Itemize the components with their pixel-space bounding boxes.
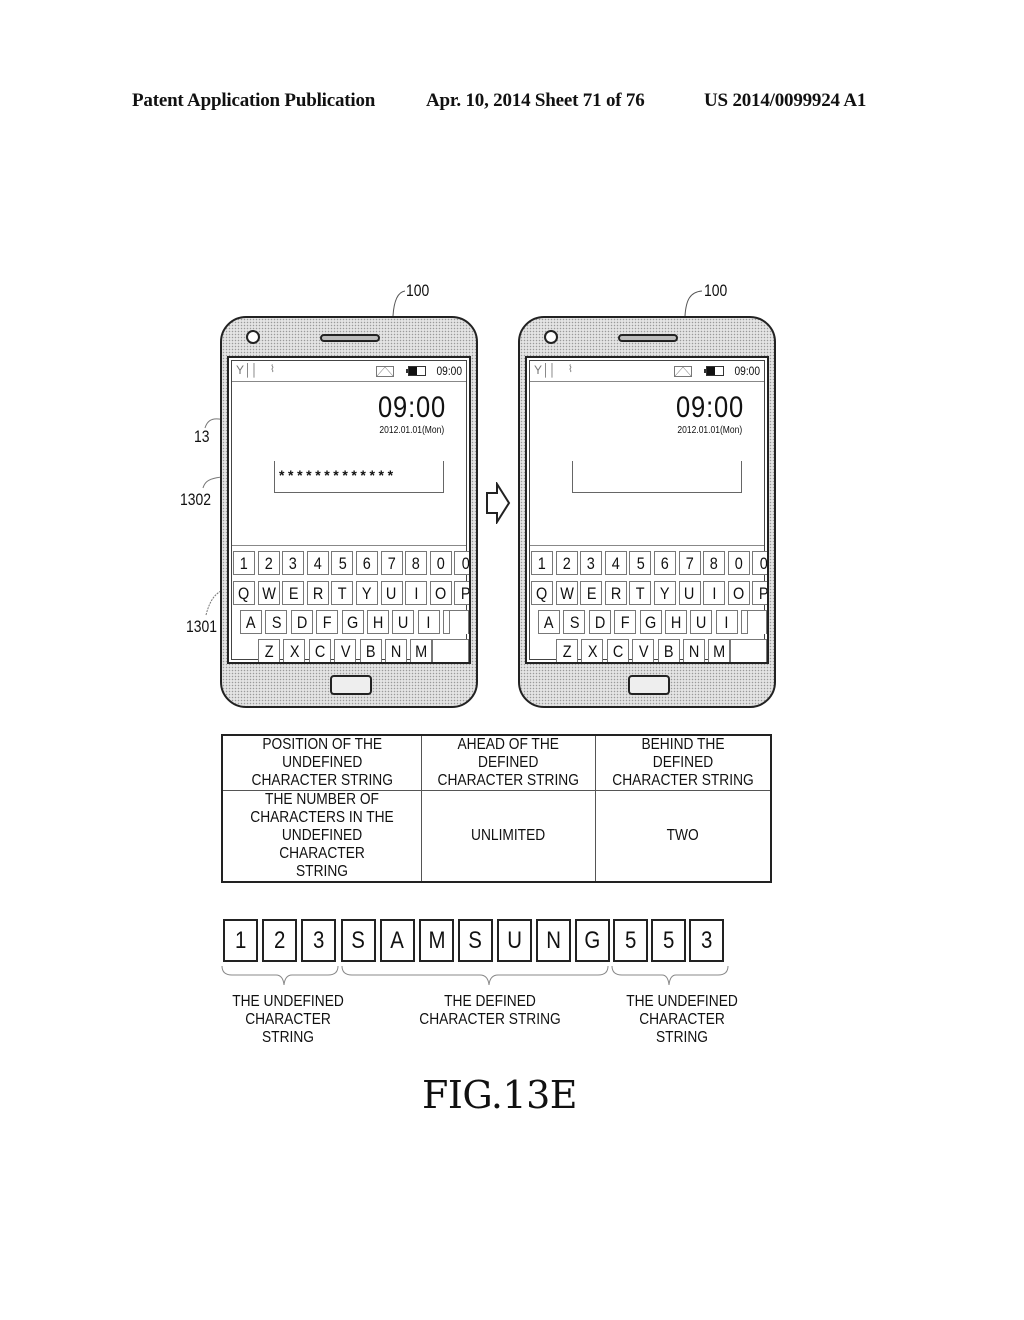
brace-undefined-trailing bbox=[611, 965, 729, 986]
grouping-braces bbox=[221, 965, 729, 986]
brace-undefined-leading bbox=[221, 965, 339, 986]
figure-label: FIG.13E bbox=[422, 1073, 578, 1117]
group-label-undefined-trailing: THE UNDEFINED CHARACTER STRING bbox=[626, 993, 738, 1046]
group-label-undefined-leading: THE UNDEFINED CHARACTER STRING bbox=[232, 993, 344, 1046]
brace-defined bbox=[341, 965, 609, 986]
group-label-defined: THE DEFINED CHARACTER STRING bbox=[419, 993, 561, 1028]
